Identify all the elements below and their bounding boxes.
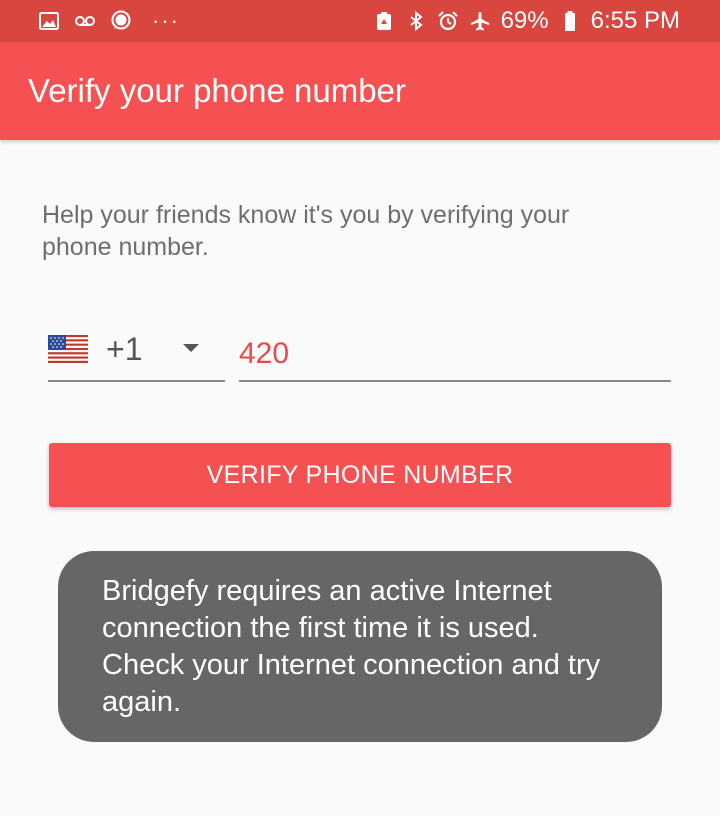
page-title: Verify your phone number [28,72,406,109]
more-notifications-dots: ··· [152,8,180,33]
battery-saver-icon [373,10,395,32]
voicemail-icon [74,10,96,32]
status-bar-right: 69% 6:55 PM [373,7,680,35]
battery-icon [559,10,581,32]
country-code-picker[interactable]: +1 [48,318,225,382]
airplane-icon [469,10,491,32]
dial-code: +1 [106,330,143,367]
phone-number-input[interactable] [239,318,671,382]
bluetooth-icon [405,10,427,32]
verify-phone-number-button[interactable]: VERIFY PHONE NUMBER [49,443,671,507]
image-icon [38,10,60,32]
status-bar: ··· 69% 6:55 PM [0,0,720,42]
clock-time: 6:55 PM [590,7,680,34]
us-flag-icon [48,335,88,363]
alarm-icon [437,10,459,32]
chat-bubble-icon [110,10,132,32]
status-bar-left: ··· [38,8,180,34]
toast-text: Bridgefy requires an active Internet con… [102,575,601,718]
battery-percent: 69% [500,7,549,34]
toast-message: Bridgefy requires an active Internet con… [58,551,662,742]
app-bar: Verify your phone number [0,42,720,140]
help-text: Help your friends know it's you by verif… [42,201,570,261]
dropdown-arrow-icon[interactable] [183,344,199,352]
